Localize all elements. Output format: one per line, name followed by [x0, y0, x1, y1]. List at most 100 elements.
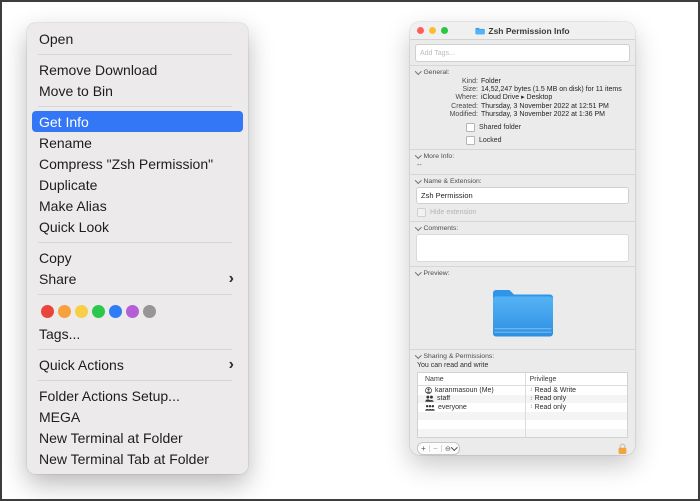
menu-item-new-terminal-at-folder[interactable]: New Terminal at Folder [27, 427, 248, 448]
name-extension-header[interactable]: Name & Extension: [416, 178, 629, 185]
menu-item-quick-look[interactable]: Quick Look [27, 216, 248, 237]
general-row-created: Created:Thursday, 3 November 2022 at 12:… [416, 103, 629, 111]
tag-color-dot[interactable] [75, 305, 88, 318]
tag-color-dot[interactable] [143, 305, 156, 318]
menu-separator [38, 54, 232, 55]
menu-item-make-alias[interactable]: Make Alias [27, 195, 248, 216]
privilege-dropdown[interactable]: ↕ Read only [525, 403, 627, 412]
table-row-empty [418, 420, 627, 429]
updown-arrows-icon: ↕ [530, 387, 533, 393]
add-tags-input[interactable]: Add Tags... [415, 44, 630, 62]
permissions-table: Name Privilege karanmasoun (Me) ↕ Read &… [417, 372, 628, 438]
titlebar: Zsh Permission Info [410, 22, 635, 40]
tag-color-dot[interactable] [58, 305, 71, 318]
user-circle-icon [425, 387, 432, 394]
table-row-user-me[interactable]: karanmasoun (Me) ↕ Read & Write [418, 386, 627, 395]
menu-item-open[interactable]: Open [27, 28, 248, 49]
sharing-permissions-header[interactable]: Sharing & Permissions: [416, 353, 629, 360]
menu-separator [38, 242, 232, 243]
add-tags-placeholder: Add Tags... [420, 50, 455, 57]
permissions-toolbar: + − ⊖ [417, 442, 460, 455]
section-more-info: More Info: -- [410, 150, 635, 174]
disclosure-chevron-icon [415, 224, 421, 230]
name-extension-field[interactable]: Zsh Permission [416, 187, 629, 204]
locked-checkbox[interactable] [466, 136, 475, 145]
disclosure-chevron-icon [415, 352, 421, 358]
general-row-size: Size:14,52,247 bytes (1.5 MB on disk) fo… [416, 86, 629, 94]
section-general: General: Kind:Folder Size:14,52,247 byte… [410, 66, 635, 149]
tag-color-dots [27, 299, 248, 323]
screenshot-frame: Open Remove Download Move to Bin Get Inf… [0, 0, 700, 501]
menu-item-compress[interactable]: Compress "Zsh Permission" [27, 153, 248, 174]
locked-checkbox-row: Locked [466, 136, 629, 145]
shared-folder-checkbox-row: Shared folder [466, 123, 629, 132]
menu-separator [38, 349, 232, 350]
remove-user-button[interactable]: − [430, 443, 441, 454]
menu-item-move-to-bin[interactable]: Move to Bin [27, 80, 248, 101]
submenu-chevron-icon: › [229, 271, 234, 287]
menu-item-remove-download[interactable]: Remove Download [27, 59, 248, 80]
privilege-dropdown[interactable]: ↕ Read only [525, 395, 627, 404]
disclosure-chevron-icon [415, 152, 421, 158]
action-circle-icon: ⊖ [445, 445, 451, 453]
folder-preview-icon [491, 285, 555, 339]
section-comments: Comments: [410, 222, 635, 266]
column-header-privilege: Privilege [525, 373, 627, 385]
shared-folder-checkbox[interactable] [466, 123, 475, 132]
action-menu-button[interactable]: ⊖ [442, 445, 459, 453]
menu-item-duplicate[interactable]: Duplicate [27, 174, 248, 195]
general-row-modified: Modified:Thursday, 3 November 2022 at 1:… [416, 111, 629, 119]
preview-header[interactable]: Preview: [416, 270, 629, 277]
menu-item-rename[interactable]: Rename [27, 132, 248, 153]
disclosure-chevron-icon [415, 177, 421, 183]
privilege-dropdown[interactable]: ↕ Read & Write [525, 386, 627, 395]
users-three-icon [425, 404, 435, 411]
section-name-extension: Name & Extension: Zsh Permission Hide ex… [410, 175, 635, 221]
sharing-status-text: You can read and write [417, 362, 629, 369]
menu-item-quick-actions[interactable]: Quick Actions› [27, 354, 248, 375]
zoom-button[interactable] [441, 27, 448, 34]
comments-header[interactable]: Comments: [416, 225, 629, 232]
minimize-button[interactable] [429, 27, 436, 34]
menu-item-get-info[interactable]: Get Info [32, 111, 243, 132]
comments-input[interactable] [416, 234, 629, 262]
general-header[interactable]: General: [416, 69, 629, 76]
menu-item-tags[interactable]: Tags... [27, 323, 248, 344]
more-info-value: -- [417, 162, 629, 169]
tag-color-dot[interactable] [109, 305, 122, 318]
general-row-kind: Kind:Folder [416, 78, 629, 86]
table-row-staff[interactable]: staff ↕ Read only [418, 395, 627, 404]
tag-color-dot[interactable] [92, 305, 105, 318]
table-row-everyone[interactable]: everyone ↕ Read only [418, 403, 627, 412]
tag-color-dot[interactable] [126, 305, 139, 318]
section-preview: Preview: [410, 267, 635, 349]
column-header-name: Name [418, 376, 525, 383]
disclosure-chevron-icon [415, 68, 421, 74]
context-menu: Open Remove Download Move to Bin Get Inf… [27, 23, 248, 474]
menu-separator [38, 294, 232, 295]
general-row-where: Where:iCloud Drive ▸ Desktop [416, 94, 629, 102]
table-row-empty [418, 412, 627, 421]
menu-separator [38, 380, 232, 381]
hide-extension-checkbox-row: Hide extension [417, 208, 629, 217]
folder-mini-icon [475, 27, 485, 35]
disclosure-chevron-icon [415, 269, 421, 275]
tag-color-dot[interactable] [41, 305, 54, 318]
menu-separator [38, 106, 232, 107]
table-row-empty [418, 429, 627, 438]
menu-item-copy[interactable]: Copy [27, 247, 248, 268]
updown-arrows-icon: ↕ [530, 396, 533, 402]
menu-item-new-terminal-tab-at-folder[interactable]: New Terminal Tab at Folder [27, 448, 248, 469]
menu-item-folder-actions-setup[interactable]: Folder Actions Setup... [27, 385, 248, 406]
more-info-header[interactable]: More Info: [416, 153, 629, 160]
menu-item-mega[interactable]: MEGA [27, 406, 248, 427]
close-button[interactable] [417, 27, 424, 34]
chevron-down-icon [451, 444, 457, 450]
menu-item-share[interactable]: Share› [27, 268, 248, 289]
submenu-chevron-icon: › [229, 357, 234, 373]
lock-icon[interactable] [617, 443, 628, 455]
get-info-window: Zsh Permission Info Add Tags... General:… [410, 22, 635, 455]
permissions-table-header: Name Privilege [418, 373, 627, 386]
add-user-button[interactable]: + [418, 443, 429, 454]
hide-extension-checkbox[interactable] [417, 208, 426, 217]
